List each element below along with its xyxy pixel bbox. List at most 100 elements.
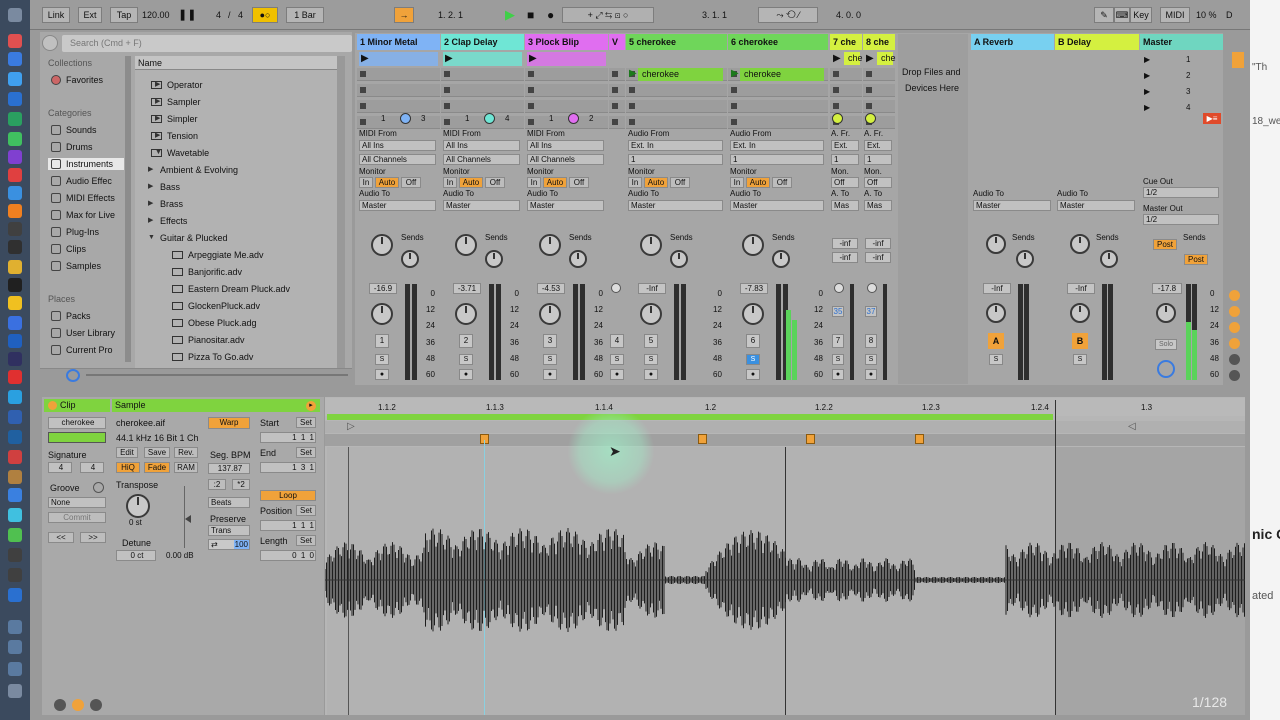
app-icon-10[interactable]: [8, 508, 22, 522]
master-post-button-1[interactable]: Post: [1153, 239, 1177, 250]
track-header[interactable]: 8 che: [863, 34, 895, 50]
track-activator[interactable]: 5: [644, 334, 658, 348]
master-track-header[interactable]: Master: [1140, 34, 1223, 50]
track-activator[interactable]: 4: [610, 334, 624, 348]
folder-item[interactable]: ▼ Wavetable: [151, 146, 209, 160]
signature-den-field[interactable]: 4: [80, 462, 104, 473]
clip-activator-icon[interactable]: [48, 401, 57, 410]
sidebar-item-plugins[interactable]: Plug-Ins: [48, 226, 124, 238]
stop-all-clips-button[interactable]: ▶≡: [1203, 113, 1221, 124]
master-solo-button[interactable]: Solo: [1155, 339, 1177, 350]
monitor-off-button[interactable]: Off: [670, 177, 690, 188]
clip-play-icon[interactable]: ▶: [866, 53, 874, 64]
pan-knob[interactable]: [371, 303, 393, 325]
volume-field[interactable]: -16.9: [369, 283, 397, 294]
preset-item[interactable]: Pizza To Go.adv: [172, 350, 253, 364]
mail-icon[interactable]: [8, 186, 22, 200]
track-header[interactable]: 6 cherokee: [728, 34, 828, 50]
app-icon-9[interactable]: [8, 488, 22, 502]
clip-slot[interactable]: [830, 68, 862, 81]
start-field[interactable]: 1 1 1: [260, 432, 316, 443]
track-header[interactable]: 7 che: [830, 34, 862, 50]
draw-mode-icon[interactable]: ✎: [1094, 7, 1114, 23]
loop-length[interactable]: 4. 0. 0: [836, 7, 898, 23]
arm-button[interactable]: ●: [644, 369, 658, 380]
messages-icon[interactable]: [8, 132, 22, 146]
keyboard-icon[interactable]: ⌨: [1114, 7, 1130, 23]
scene-launch-icon[interactable]: ▶: [1144, 103, 1150, 112]
subfolder-item[interactable]: ▼ Guitar & Plucked: [148, 231, 228, 245]
warp-marker[interactable]: [915, 434, 924, 444]
send-b-knob[interactable]: [772, 250, 790, 268]
sidebar-item-user-library[interactable]: User Library: [48, 327, 124, 339]
preserve-select[interactable]: Trans: [208, 525, 250, 536]
browser-toggle-icon[interactable]: [42, 35, 58, 51]
record-arm-slot-icon[interactable]: ▶: [445, 53, 453, 64]
return-b-output-select[interactable]: Master: [1057, 200, 1135, 211]
volume-dot-icon[interactable]: [834, 283, 844, 293]
ext-button[interactable]: Ext: [78, 7, 102, 23]
arm-button[interactable]: ●: [746, 369, 760, 380]
monitor-auto-button[interactable]: Auto: [644, 177, 668, 188]
clock-icon[interactable]: [8, 240, 22, 254]
output-select[interactable]: Master: [527, 200, 604, 211]
track-header[interactable]: 5 cherokee: [626, 34, 727, 50]
launch-box-toggle-icon[interactable]: [72, 699, 84, 711]
sidebar-item-max-for-live[interactable]: Max for Live: [48, 209, 124, 221]
sidebar-item-audio-effects[interactable]: Audio Effec: [48, 175, 124, 187]
monitor-auto-button[interactable]: Auto: [543, 177, 567, 188]
warp-mode-select[interactable]: Beats: [208, 497, 250, 508]
track-header[interactable]: 1 Minor Metal: [357, 34, 440, 50]
subfolder-item[interactable]: ▶ Brass: [148, 197, 183, 211]
subfolder-item[interactable]: ▶ Bass: [148, 180, 180, 194]
photos-icon[interactable]: [8, 204, 22, 218]
clip-play-icon[interactable]: ▶: [833, 53, 841, 64]
volume-field[interactable]: -4.53: [537, 283, 565, 294]
app-icon-7[interactable]: [8, 450, 22, 464]
app-icon-4[interactable]: [8, 390, 22, 404]
length-set-button[interactable]: Set: [296, 535, 316, 546]
input-select[interactable]: Ext.: [831, 140, 859, 151]
send-b-field[interactable]: -inf: [832, 252, 858, 263]
monitor-in-button[interactable]: In: [359, 177, 373, 188]
volume-field[interactable]: -3.71: [453, 283, 481, 294]
solo-button[interactable]: S: [375, 354, 389, 365]
loop-button[interactable]: Loop: [260, 490, 316, 501]
folder-icon-2[interactable]: [8, 640, 22, 654]
gain-slider-handle-icon[interactable]: [185, 515, 191, 523]
io-toggle-icon[interactable]: [1229, 290, 1240, 301]
output-select[interactable]: Master: [628, 200, 723, 211]
output-select[interactable]: Mas: [831, 200, 859, 211]
track-activator[interactable]: 7: [832, 334, 844, 348]
send-a-field[interactable]: -inf: [865, 238, 891, 249]
clip-slot[interactable]: [728, 116, 828, 129]
clip-slot[interactable]: [728, 100, 828, 113]
key-map-button[interactable]: Key: [1130, 7, 1152, 23]
half-tempo-button[interactable]: :2: [208, 479, 226, 490]
clip-slot[interactable]: [441, 100, 524, 113]
solo-button[interactable]: S: [644, 354, 658, 365]
loop-controls[interactable]: ⤳ ⟲ ⁄: [758, 7, 818, 23]
return-b-pan-knob[interactable]: [1070, 303, 1090, 323]
monitor-auto-button[interactable]: Auto: [459, 177, 483, 188]
cue-out-select[interactable]: 1/2: [1143, 187, 1219, 198]
tap-button[interactable]: Tap: [110, 7, 138, 23]
save-button[interactable]: Save: [144, 447, 170, 458]
position-field[interactable]: 1 1 1: [260, 520, 316, 531]
sends-toggle-icon[interactable]: [1229, 306, 1240, 317]
return-a-volume[interactable]: -Inf: [983, 283, 1011, 294]
track-activator[interactable]: 2: [459, 334, 473, 348]
send-b-knob[interactable]: [569, 250, 587, 268]
scene-number[interactable]: 2: [1186, 71, 1190, 80]
input-channel-select[interactable]: 1: [628, 154, 723, 165]
prev-button[interactable]: <<: [48, 532, 74, 543]
arm-button[interactable]: ●: [375, 369, 389, 380]
send-b-knob[interactable]: [401, 250, 419, 268]
folder-item[interactable]: ▶ Simpler: [151, 112, 198, 126]
preset-item[interactable]: GlockenPluck.adv: [172, 299, 260, 313]
clip-slot-armed[interactable]: [359, 52, 438, 66]
reverse-button[interactable]: Rev.: [174, 447, 198, 458]
clip[interactable]: che: [844, 52, 863, 65]
clip-slot[interactable]: [609, 116, 625, 129]
track-activator[interactable]: 6: [746, 334, 760, 348]
